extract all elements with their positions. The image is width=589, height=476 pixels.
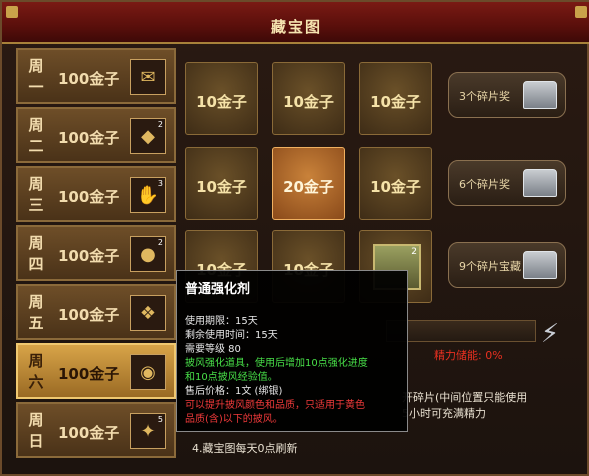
day-reward: 100金子 — [58, 247, 120, 265]
silver-chest-icon — [523, 169, 557, 197]
tooltip-line: 剩余使用时间：15天 — [185, 330, 278, 341]
day-row-tue[interactable]: 周二 100金子 ◆ 2 — [16, 107, 176, 163]
day-label: 周一 — [28, 57, 44, 96]
day-reward: 100金子 — [58, 306, 120, 324]
day-row-sun[interactable]: 周日 100金子 ✦ 5 — [16, 402, 176, 458]
day-label: 周三 — [28, 175, 44, 214]
day-label: 周日 — [28, 411, 44, 450]
lantern-icon[interactable]: ✦ 5 — [130, 413, 166, 449]
day-row-sat[interactable]: 周六 100金子 ◉ — [16, 343, 176, 399]
tooltip-line: 需要等级 80 — [185, 344, 241, 355]
reward-9-fragments-button[interactable]: 9个碎片宝藏 — [448, 242, 566, 288]
rule-refresh-text: 4.藏宝图每天0点刷新 — [192, 442, 298, 455]
grid-cell[interactable]: 10金子 — [272, 62, 345, 135]
day-reward: 100金子 — [58, 70, 120, 88]
potion-icon[interactable]: ● 2 — [130, 236, 166, 272]
grid-cell[interactable]: 10金子 — [359, 62, 432, 135]
tooltip-line: 品质(含)以下的披风。 — [185, 414, 283, 425]
reward-3-fragments-button[interactable]: 3个碎片奖 — [448, 72, 566, 118]
lightning-icon[interactable]: ⚡ — [535, 314, 565, 354]
scroll-icon[interactable]: ✉ — [130, 59, 166, 95]
rules-text: 开碎片(中间位置只能使用 5小时可充满精力 — [402, 391, 528, 420]
day-row-wed[interactable]: 周三 100金子 ✋ 3 — [16, 166, 176, 222]
window-title: 藏宝图 — [270, 18, 322, 36]
day-reward: 100金子 — [58, 365, 120, 383]
day-label: 周四 — [28, 234, 44, 273]
hand-orb-icon[interactable]: ✋ 3 — [130, 177, 166, 213]
day-row-thu[interactable]: 周四 100金子 ● 2 — [16, 225, 176, 281]
tooltip-line: 和10点披风经验值。 — [185, 372, 278, 383]
dragon-icon[interactable]: ❖ — [130, 295, 166, 331]
tooltip-line: 售后价格：1文 (绑银) — [185, 386, 283, 397]
orb-icon[interactable]: ◉ — [130, 354, 166, 390]
grid-cell[interactable]: 10金子 — [185, 62, 258, 135]
reward-6-fragments-button[interactable]: 6个碎片奖 — [448, 160, 566, 206]
tooltip-line: 披风强化道具，使用后增加10点强化进度 — [185, 358, 368, 369]
tooltip-item-name: 普通强化剂 — [185, 282, 251, 297]
grid-cell[interactable]: 10金子 — [359, 147, 432, 220]
day-row-fri[interactable]: 周五 100金子 ❖ — [16, 284, 176, 340]
day-reward: 100金子 — [58, 129, 120, 147]
energy-bar — [386, 320, 536, 342]
tooltip-line: 使用期限：15天 — [185, 316, 258, 327]
silver-chest-icon — [523, 251, 557, 279]
title-bar: 藏宝图 — [2, 2, 589, 44]
treasure-map-window: 藏宝图 周一 100金子 ✉ 周二 100金子 ◆ 2 周三 100金子 ✋ 3 周… — [0, 0, 589, 476]
silver-chest-icon — [523, 81, 557, 109]
day-label: 周五 — [28, 293, 44, 332]
tooltip-line: 可以提升披风颜色和品质，只适用于黄色 — [185, 400, 365, 411]
energy-label: 精力储能: 0% — [434, 349, 503, 362]
day-label: 周六 — [28, 352, 44, 391]
item-tooltip: 普通强化剂 使用期限：15天 剩余使用时间：15天 需要等级 80 披风强化道具… — [176, 270, 408, 432]
grid-cell[interactable]: 10金子 — [185, 147, 258, 220]
gem-icon[interactable]: ◆ 2 — [130, 118, 166, 154]
day-reward: 100金子 — [58, 188, 120, 206]
day-reward: 100金子 — [58, 424, 120, 442]
grid-cell-center[interactable]: 20金子 — [272, 147, 345, 220]
day-row-mon[interactable]: 周一 100金子 ✉ — [16, 48, 176, 104]
day-label: 周二 — [28, 116, 44, 155]
